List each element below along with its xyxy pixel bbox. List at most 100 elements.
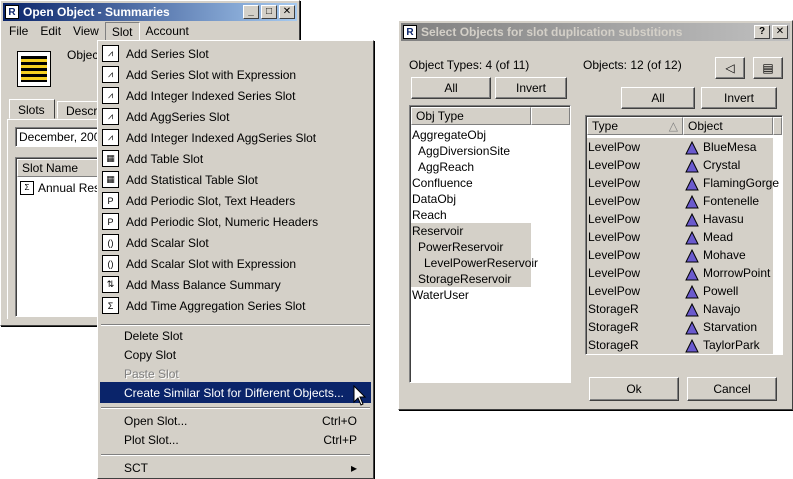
obj-type-row[interactable]: PowerReservoir xyxy=(411,239,531,255)
scalar-slot-icon: () xyxy=(102,234,119,251)
minimize-button[interactable]: _ xyxy=(243,5,259,19)
menu-item-add-slot[interactable]: P Add Periodic Slot, Text Headers xyxy=(100,190,371,211)
reservoir-icon xyxy=(685,320,699,335)
menu-account[interactable]: Account xyxy=(140,22,195,41)
close-button[interactable]: ✕ xyxy=(279,5,295,19)
obj-type-header[interactable]: Obj Type xyxy=(411,107,531,125)
obj-type-row[interactable]: DataObj xyxy=(411,191,569,207)
nav-option-button[interactable]: ▤ xyxy=(753,57,783,79)
object-row[interactable]: LevelPow FlamingGorge xyxy=(587,174,779,192)
menu-item-label: Add Statistical Table Slot xyxy=(126,172,258,187)
open-slot-item[interactable]: Open Slot... Ctrl+O xyxy=(100,410,371,431)
menu-item-label: Add Periodic Slot, Text Headers xyxy=(126,193,296,208)
type-column-header[interactable]: Type △ xyxy=(587,117,683,135)
object-type-cell: LevelPow xyxy=(588,284,641,298)
obj-type-row[interactable]: Confluence xyxy=(411,175,569,191)
object-row[interactable]: LevelPow Mead xyxy=(587,228,773,246)
object-row[interactable]: StorageR Starvation xyxy=(587,318,773,336)
delete-slot-item[interactable]: Delete Slot xyxy=(100,325,371,346)
menu-item-add-slot[interactable]: ⇅ Add Mass Balance Summary xyxy=(100,274,371,295)
slot-list[interactable]: Slot Name Σ Annual Res I xyxy=(15,157,107,317)
reservoir-icon xyxy=(685,302,699,317)
obj-type-row[interactable]: Reach xyxy=(411,207,569,223)
menu-item-add-slot[interactable]: P Add Periodic Slot, Numeric Headers xyxy=(100,211,371,232)
object-row[interactable]: LevelPow Fontenelle xyxy=(587,192,773,210)
menu-item-add-slot[interactable]: ⩘ Add Integer Indexed Series Slot xyxy=(100,85,371,106)
object-type-cell: LevelPow xyxy=(588,194,641,208)
menu-item-label: Add Time Aggregation Series Slot xyxy=(126,298,306,313)
menu-slot[interactable]: Slot xyxy=(104,22,140,41)
nav-back-button[interactable]: ◁ xyxy=(715,57,745,79)
menu-item-add-slot[interactable]: ▦ Add Statistical Table Slot xyxy=(100,169,371,190)
object-types-count: Object Types: 4 (of 11) xyxy=(409,58,530,72)
create-similar-slot-item[interactable]: Create Similar Slot for Different Object… xyxy=(100,382,371,403)
arrow-left-icon: ◁ xyxy=(725,61,735,75)
object-types-list[interactable]: Obj Type AggregateObj AggDiversionSite Agg… xyxy=(409,105,571,383)
date-field[interactable]: December, 2008 xyxy=(15,127,99,147)
menu-item-label: Add Mass Balance Summary xyxy=(126,277,281,292)
menu-item-add-slot[interactable]: ⩘ Add Integer Indexed AggSeries Slot xyxy=(100,127,371,148)
object-type-cell: LevelPow xyxy=(588,212,641,226)
object-row[interactable]: LevelPow Havasu xyxy=(587,210,773,228)
obj-type-row[interactable]: StorageReservoir xyxy=(411,271,531,287)
data-object-icon xyxy=(17,51,51,87)
sct-item[interactable]: SCT ▸ xyxy=(100,457,371,478)
menu-item-add-slot[interactable]: ⩘ Add Series Slot with Expression xyxy=(100,64,371,85)
reservoir-icon xyxy=(685,158,699,173)
object-row[interactable]: LevelPow BlueMesa xyxy=(587,138,773,156)
slot-name-header[interactable]: Slot Name xyxy=(17,159,99,177)
dialog-titlebar[interactable]: R Select Objects for slot duplication su… xyxy=(401,23,790,41)
object-row[interactable]: StorageR TaylorPark xyxy=(587,336,773,354)
scalar-expr-icon: () xyxy=(102,255,119,272)
menu-item-add-slot[interactable]: ⩘ Add Series Slot xyxy=(100,43,371,64)
menu-item-label: Add Series Slot with Expression xyxy=(126,67,297,82)
object-row[interactable]: LevelPow Mohave xyxy=(587,246,773,264)
obj-type-row[interactable]: LevelPowerReservoir xyxy=(411,255,538,271)
object-type-cell: LevelPow xyxy=(588,140,641,154)
menu-view[interactable]: View xyxy=(67,22,105,41)
types-invert-button[interactable]: Invert xyxy=(495,77,567,99)
reservoir-icon xyxy=(685,284,699,299)
object-name-cell: Navajo xyxy=(685,300,740,318)
objects-all-button[interactable]: All xyxy=(621,87,695,109)
object-name-cell: Powell xyxy=(685,282,738,300)
menu-item-add-slot[interactable]: () Add Scalar Slot xyxy=(100,232,371,253)
menu-item-add-slot[interactable]: Σ Add Time Aggregation Series Slot xyxy=(100,295,371,316)
menu-item-label: Add AggSeries Slot xyxy=(126,109,230,124)
reservoir-icon xyxy=(685,140,699,155)
open-object-titlebar[interactable]: R Open Object - Summaries _ □ ✕ xyxy=(3,3,297,21)
object-row[interactable]: LevelPow Crystal xyxy=(587,156,773,174)
types-all-button[interactable]: All xyxy=(411,77,491,99)
object-row[interactable]: LevelPow Powell xyxy=(587,282,773,300)
slot-row[interactable]: Σ Annual Res I xyxy=(20,180,107,196)
object-row[interactable]: LevelPow MorrowPoint xyxy=(587,264,773,282)
dialog-close-button[interactable]: ✕ xyxy=(772,25,788,39)
tab-slots[interactable]: Slots xyxy=(9,99,55,119)
menu-file[interactable]: File xyxy=(3,22,34,41)
object-row[interactable]: StorageR Navajo xyxy=(587,300,773,318)
obj-type-row[interactable]: WaterUser xyxy=(411,287,569,303)
menu-item-add-slot[interactable]: () Add Scalar Slot with Expression xyxy=(100,253,371,274)
obj-type-row[interactable]: AggregateObj xyxy=(411,127,569,143)
maximize-button[interactable]: □ xyxy=(261,5,277,19)
int-agg-series-icon: ⩘ xyxy=(102,129,119,146)
copy-slot-item[interactable]: Copy Slot xyxy=(100,344,371,365)
object-column-header[interactable]: Object xyxy=(683,117,773,135)
menu-edit[interactable]: Edit xyxy=(34,22,67,41)
object-type-cell: LevelPow xyxy=(588,158,641,172)
cancel-button[interactable]: Cancel xyxy=(687,377,777,401)
objects-count: Objects: 12 (of 12) xyxy=(583,58,682,72)
int-series-icon: ⩘ xyxy=(102,87,119,104)
plot-slot-item[interactable]: Plot Slot... Ctrl+P xyxy=(100,429,371,450)
menu-item-add-slot[interactable]: ⩘ Add AggSeries Slot xyxy=(100,106,371,127)
obj-type-row[interactable]: AggDiversionSite xyxy=(411,143,569,159)
tab-description[interactable]: Descrip xyxy=(57,101,99,119)
objects-invert-button[interactable]: Invert xyxy=(701,87,777,109)
ok-button[interactable]: Ok xyxy=(589,377,679,401)
series-slot-icon: ⩘ xyxy=(102,45,119,62)
obj-type-row[interactable]: AggReach xyxy=(411,159,569,175)
obj-type-row[interactable]: Reservoir xyxy=(411,223,531,239)
help-button[interactable]: ? xyxy=(754,25,770,39)
objects-list[interactable]: Type △ Object LevelPow BlueMesa LevelPow Cry… xyxy=(585,115,783,355)
menu-item-add-slot[interactable]: ▦ Add Table Slot xyxy=(100,148,371,169)
